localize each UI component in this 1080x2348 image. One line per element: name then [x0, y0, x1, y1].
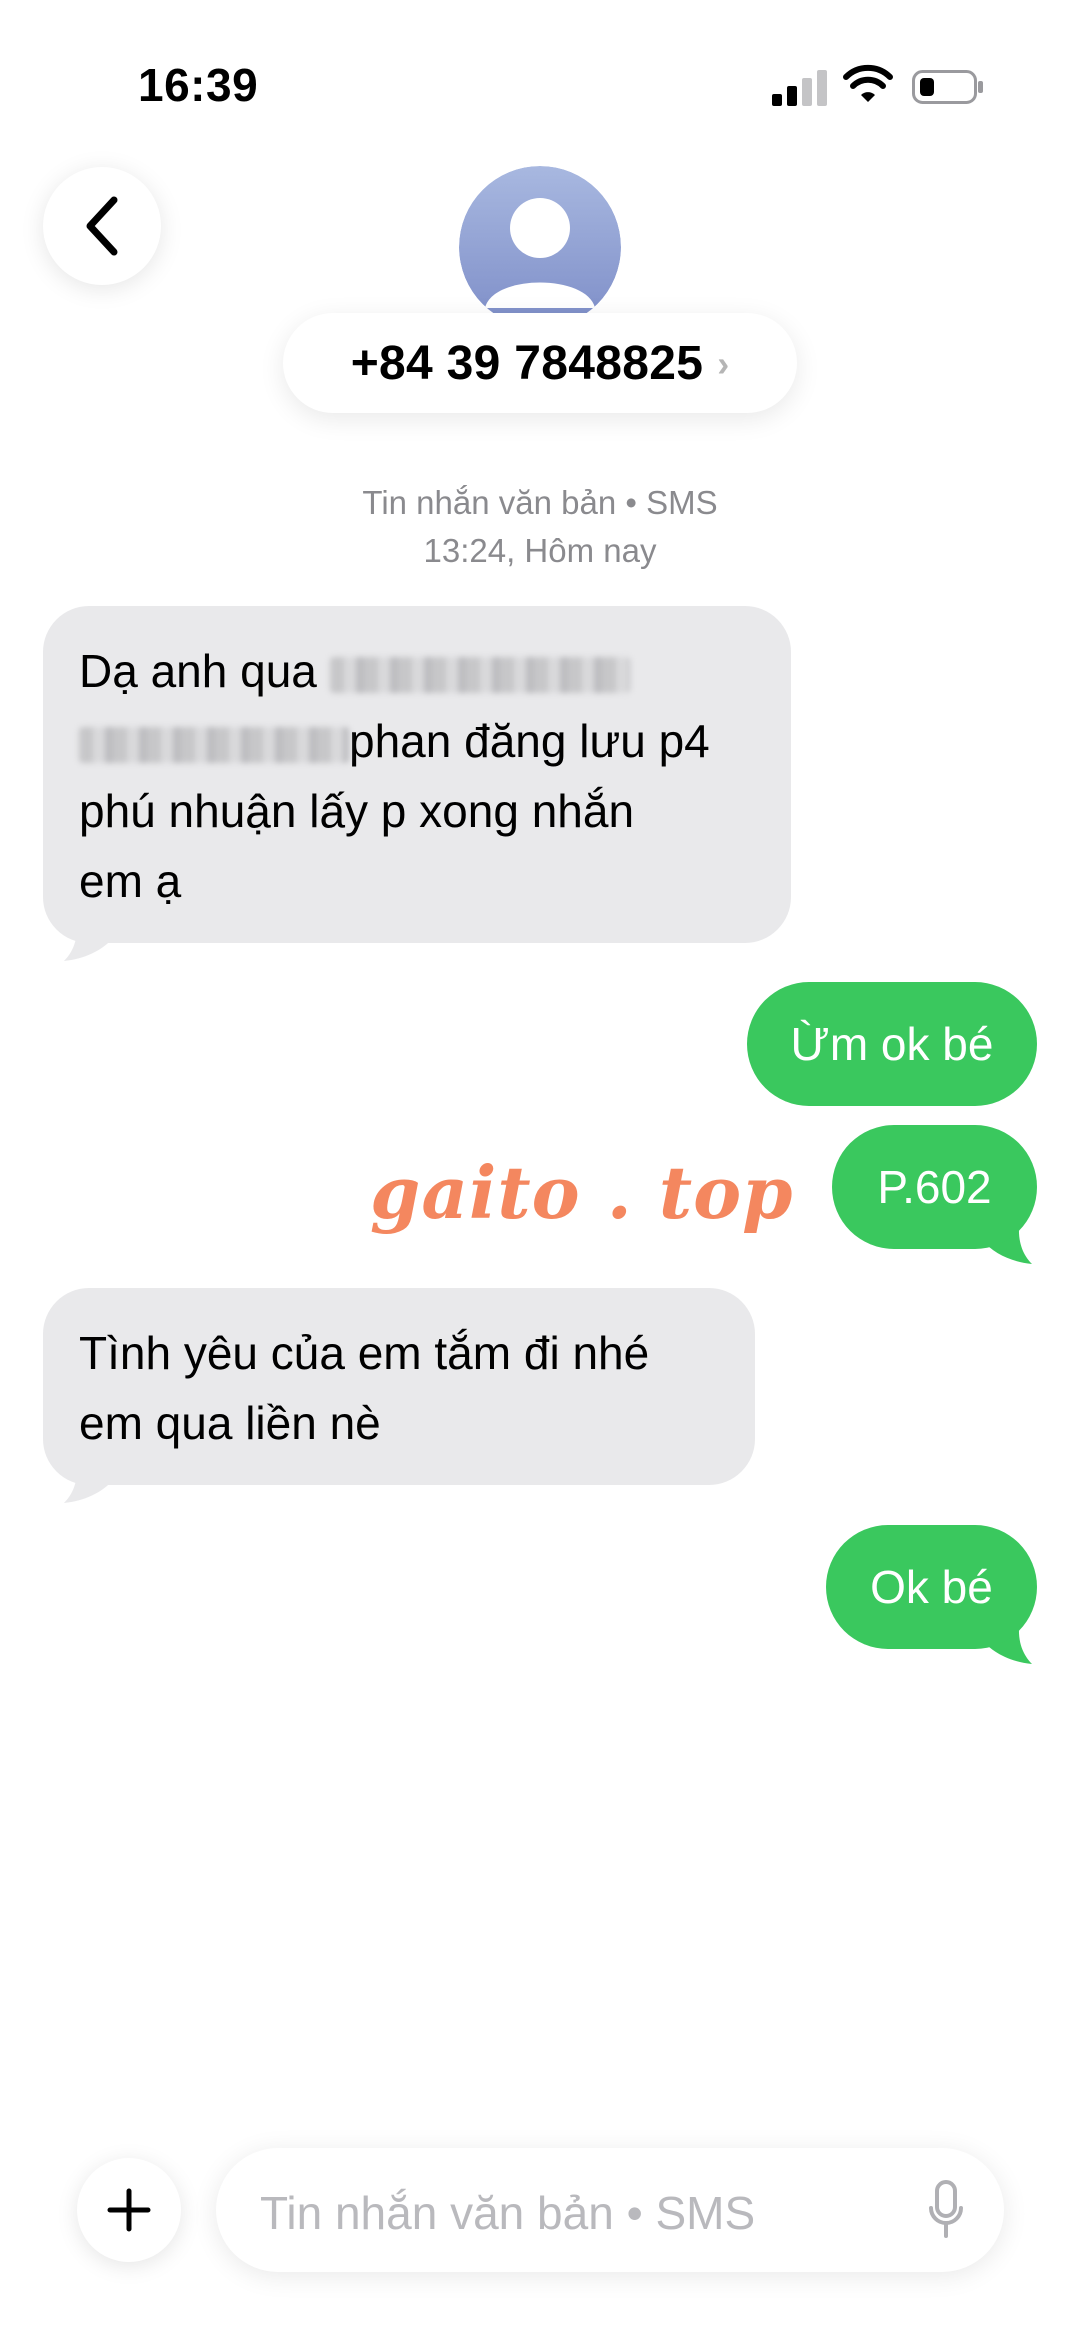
status-time: 16:39	[138, 59, 259, 111]
thread-channel-label: Tin nhắn văn bản • SMS	[362, 484, 718, 521]
message-bubble-outgoing[interactable]: P.602	[832, 1125, 1037, 1249]
thread-timestamp: 13:24, Hôm nay	[423, 532, 657, 569]
contact-avatar[interactable]	[459, 166, 621, 328]
add-attachment-button[interactable]	[77, 2158, 181, 2262]
microphone-icon[interactable]	[928, 2180, 964, 2240]
redacted-text	[79, 726, 349, 763]
chevron-right-icon: ›	[717, 343, 730, 384]
cellular-signal-icon	[772, 70, 827, 106]
wifi-icon	[843, 64, 893, 102]
back-button[interactable]	[43, 167, 161, 285]
message-input-placeholder: Tin nhắn văn bản • SMS	[260, 2187, 756, 2239]
battery-icon	[912, 70, 983, 104]
status-bar: 16:39	[0, 0, 1080, 120]
contact-header-pill[interactable]: +84 39 7848825 ›	[283, 313, 797, 413]
message-line: Tình yêu của em tắm đi nhé	[79, 1327, 650, 1379]
contact-number: +84 39 7848825	[350, 336, 704, 390]
chevron-left-icon	[86, 196, 118, 256]
message-bubble-outgoing[interactable]: Ok bé	[826, 1525, 1037, 1649]
message-line: em ạ	[79, 855, 182, 907]
plus-icon	[107, 2188, 151, 2232]
message-text: phan đăng lưu p4	[349, 715, 710, 767]
watermark: gaito . top	[370, 1150, 794, 1235]
message-line: phú nhuận lấy p xong nhắn	[79, 785, 635, 837]
message-text: Dạ anh qua	[79, 645, 330, 697]
message-bubble-incoming[interactable]: Dạ anh qua phan đăng lưu p4 phú nhuận lấ…	[43, 606, 791, 943]
message-line: phan đăng lưu p4	[79, 706, 755, 776]
message-input[interactable]: Tin nhắn văn bản • SMS	[216, 2148, 1004, 2272]
message-bubble-outgoing[interactable]: Ừm ok bé	[747, 982, 1037, 1106]
person-icon	[459, 166, 621, 328]
redacted-text	[329, 656, 630, 693]
message-line: Dạ anh qua	[79, 636, 755, 706]
message-line: em qua liền nè	[79, 1397, 381, 1449]
message-bubble-incoming[interactable]: Tình yêu của em tắm đi nhé em qua liền n…	[43, 1288, 755, 1485]
